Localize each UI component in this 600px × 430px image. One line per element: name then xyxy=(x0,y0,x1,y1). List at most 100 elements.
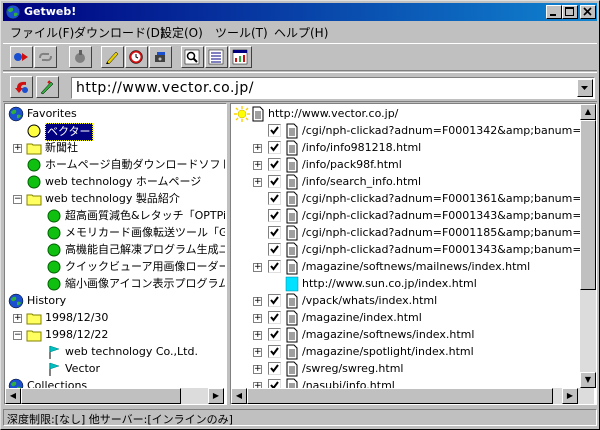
sun-icon xyxy=(234,106,250,122)
file-checkbox[interactable] xyxy=(268,362,281,375)
file-row[interactable]: + /magazine/softnews/mailnews/index.html xyxy=(232,259,595,275)
expand-toggle[interactable]: + xyxy=(253,144,262,153)
tree-item[interactable]: web technology ホームページ xyxy=(6,174,225,190)
file-row[interactable]: + /info/info981218.html xyxy=(232,140,595,156)
file-checkbox[interactable] xyxy=(268,158,281,171)
scroll-left-button[interactable]: ◀ xyxy=(5,388,21,404)
file-row[interactable]: + /magazine/softnews/index.html xyxy=(232,327,595,343)
scroll-up-button[interactable]: ▲ xyxy=(580,104,596,120)
address-input[interactable]: http://www.vector.co.jp/ xyxy=(71,77,595,99)
file-checkbox[interactable] xyxy=(268,243,281,256)
file-row[interactable]: + /info/pack98f.html xyxy=(232,157,595,173)
tree-item[interactable]: 縮小画像アイコン表示プログラム「 xyxy=(6,276,225,292)
minimize-button[interactable] xyxy=(546,5,562,19)
tree-item[interactable]: History xyxy=(6,293,225,309)
expand-toggle[interactable]: + xyxy=(253,331,262,340)
file-checkbox[interactable] xyxy=(268,311,281,324)
menu-help[interactable]: ヘルプ(H) xyxy=(274,24,328,41)
expand-toggle[interactable]: + xyxy=(253,297,262,306)
back-button[interactable] xyxy=(10,76,33,98)
scroll-down-button[interactable]: ▼ xyxy=(580,372,596,388)
tree-item[interactable]: Favorites xyxy=(6,106,225,122)
file-checkbox[interactable] xyxy=(268,124,281,137)
close-button[interactable] xyxy=(580,5,596,19)
file-checkbox[interactable] xyxy=(268,294,281,307)
expand-toggle[interactable]: + xyxy=(253,161,262,170)
expand-toggle[interactable]: + xyxy=(253,365,262,374)
tree-horizontal-scrollbar[interactable]: ◀ ▶ xyxy=(5,388,224,404)
menu-tools[interactable]: ツール(T) xyxy=(215,24,268,41)
collapse-toggle[interactable]: − xyxy=(13,331,22,340)
menu-settings[interactable]: 設定(O) xyxy=(160,24,203,41)
file-checkbox[interactable] xyxy=(268,209,281,222)
scroll-left-button[interactable]: ◀ xyxy=(231,388,247,404)
file-row[interactable]: /cgi/nph-clickad?adnum=F0001343&amp;banu… xyxy=(232,242,595,258)
file-checkbox[interactable] xyxy=(268,175,281,188)
stop-button[interactable] xyxy=(69,46,92,68)
menu-file[interactable]: ファイル(F) xyxy=(10,24,74,41)
file-row[interactable]: + /magazine/index.html xyxy=(232,310,595,326)
edit-button[interactable] xyxy=(101,46,124,68)
favorites-tree-pane[interactable]: Favorites ベクター + 新聞社ホームページ自動ダウンロードソフト「G web … xyxy=(4,103,227,405)
file-row[interactable]: + /magazine/spotlight/index.html xyxy=(232,344,595,360)
file-root-item[interactable]: http://www.vector.co.jp/ xyxy=(232,106,595,122)
file-row[interactable]: /cgi/nph-clickad?adnum=F0001361&amp;banu… xyxy=(232,191,595,207)
file-row[interactable]: /cgi/nph-clickad?adnum=F0001342&amp;banu… xyxy=(232,123,595,139)
tree-item[interactable]: − web technology 製品紹介 xyxy=(6,191,225,207)
scroll-thumb[interactable] xyxy=(21,388,181,404)
collapse-toggle[interactable]: − xyxy=(13,195,22,204)
file-checkbox[interactable] xyxy=(268,345,281,358)
chevron-down-icon xyxy=(581,86,588,90)
schedule-button[interactable] xyxy=(125,46,148,68)
go-button[interactable] xyxy=(36,76,59,98)
scroll-right-button[interactable]: ▶ xyxy=(208,388,224,404)
update-button[interactable] xyxy=(34,46,57,68)
expand-toggle[interactable]: + xyxy=(253,263,262,272)
tree-item[interactable]: web technology Co.,Ltd. xyxy=(6,344,225,360)
title-bar[interactable]: Getweb! xyxy=(3,3,597,21)
maximize-button[interactable] xyxy=(562,5,578,19)
file-path-label: /magazine/softnews/index.html xyxy=(302,328,475,341)
file-row[interactable]: + /vpack/whats/index.html xyxy=(232,293,595,309)
file-row[interactable]: http://www.sun.co.jp/index.html xyxy=(232,276,595,292)
report-button[interactable] xyxy=(229,46,252,68)
file-checkbox[interactable] xyxy=(268,328,281,341)
file-checkbox[interactable] xyxy=(268,260,281,273)
file-row[interactable]: + /info/search_info.html xyxy=(232,174,595,190)
file-checkbox[interactable] xyxy=(268,192,281,205)
tree-item[interactable]: +1998/12/30 xyxy=(6,310,225,326)
expand-toggle[interactable]: + xyxy=(253,348,262,357)
expand-toggle[interactable]: + xyxy=(13,314,22,323)
file-row[interactable]: /cgi/nph-clickad?adnum=F0001185&amp;banu… xyxy=(232,225,595,241)
find-button[interactable] xyxy=(181,46,204,68)
file-row[interactable]: /cgi/nph-clickad?adnum=F0001343&amp;banu… xyxy=(232,208,595,224)
download-button[interactable] xyxy=(10,46,33,68)
tree-item[interactable]: クイックビューア用画像ローダー「QV xyxy=(6,259,225,275)
expand-toggle[interactable]: + xyxy=(13,144,22,153)
expand-toggle[interactable]: + xyxy=(253,314,262,323)
scroll-thumb[interactable] xyxy=(580,120,596,290)
files-horizontal-scrollbar[interactable]: ◀ ▶ xyxy=(231,388,594,404)
tree-item-label: 縮小画像アイコン表示プログラム「 xyxy=(65,277,225,290)
expand-toggle[interactable]: + xyxy=(253,178,262,187)
file-row[interactable]: + /swreg/swreg.html xyxy=(232,361,595,377)
file-list-pane[interactable]: http://www.vector.co.jp/ /cgi/nph-clickad… xyxy=(230,103,597,405)
address-dropdown-button[interactable] xyxy=(577,79,593,97)
file-checkbox[interactable] xyxy=(268,141,281,154)
tree-item[interactable]: ベクター xyxy=(6,123,225,141)
dialer-button[interactable] xyxy=(149,46,172,68)
checkmark-icon xyxy=(270,347,279,356)
menu-download[interactable]: ダウンロード(D) xyxy=(74,24,165,41)
tree-item[interactable]: ホームページ自動ダウンロードソフト「G xyxy=(6,157,225,173)
list-view-button[interactable] xyxy=(205,46,228,68)
scroll-right-button[interactable]: ▶ xyxy=(562,388,578,404)
file-checkbox[interactable] xyxy=(268,226,281,239)
tree-item[interactable]: − 1998/12/22 xyxy=(6,327,225,343)
tree-item[interactable]: 高機能自己解凍プログラム生成ユ xyxy=(6,242,225,258)
tree-item[interactable]: Vector xyxy=(6,361,225,377)
files-vertical-scrollbar[interactable]: ▲ ▼ xyxy=(580,104,596,388)
tree-item[interactable]: 超高画質減色&レタッチ「OPTPiX xyxy=(6,208,225,224)
tree-item[interactable]: メモリカード画像転送ツール「GetF xyxy=(6,225,225,241)
tree-item[interactable]: + 新聞社 xyxy=(6,140,225,156)
scroll-thumb[interactable] xyxy=(247,388,553,404)
